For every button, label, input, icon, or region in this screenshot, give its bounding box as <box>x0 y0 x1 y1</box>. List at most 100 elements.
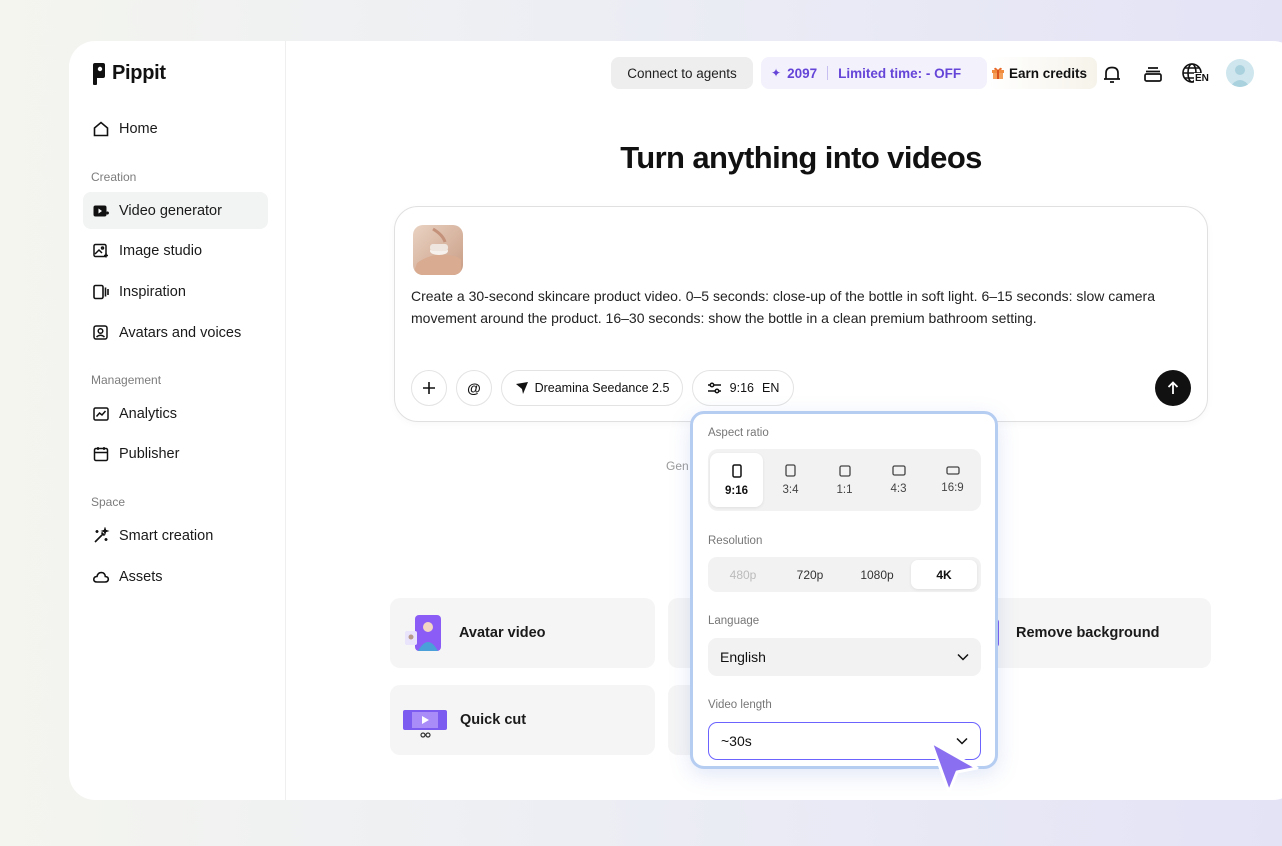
tile-remove-background[interactable]: Remove background <box>989 598 1211 668</box>
reference-image-thumbnail[interactable] <box>413 225 463 275</box>
language-badge: EN <box>1194 73 1210 84</box>
square-ratio-icon <box>838 464 851 477</box>
home-icon <box>93 120 109 136</box>
pippit-logo-icon <box>93 62 105 85</box>
arrow-up-icon <box>1167 381 1179 394</box>
sidebar-item-analytics[interactable]: Analytics <box>83 395 268 432</box>
logo[interactable]: Pippit <box>92 62 166 85</box>
page-title: Turn anything into videos <box>620 140 982 175</box>
sidebar-item-label: Avatars and voices <box>119 324 242 341</box>
earn-credits-label: Earn credits <box>1009 65 1088 81</box>
settings-ratio: 9:16 <box>729 381 754 395</box>
ratio-4-3-icon <box>891 465 906 476</box>
earn-credits-button[interactable]: Earn credits <box>989 57 1097 89</box>
portrait-ratio-icon <box>731 463 742 478</box>
resolution-option-4k[interactable]: 4K <box>911 560 977 589</box>
video-plus-icon <box>93 205 109 216</box>
settings-language: EN <box>761 381 780 395</box>
avatar-icon <box>93 324 108 340</box>
ratio-option-4-3[interactable]: 4:3 <box>872 453 925 507</box>
ratio-3-4-icon <box>785 464 796 477</box>
section-label-space: Space <box>91 495 126 509</box>
sidebar-item-image-studio[interactable]: Image studio <box>83 232 268 269</box>
ratio-option-3-4[interactable]: 3:4 <box>764 453 817 507</box>
video-length-value: ~30s <box>721 733 752 749</box>
model-label: Dreamina Seedance 2.5 <box>534 381 670 395</box>
ratio-label: 3:4 <box>782 484 799 496</box>
language-switcher[interactable]: EN <box>1181 62 1213 86</box>
generation-note: Gen <box>666 459 689 473</box>
language-select[interactable]: English <box>708 638 981 676</box>
credits-badge[interactable]: ✦ 2097 Limited time: - OFF <box>761 57 987 89</box>
landscape-ratio-icon <box>945 466 960 475</box>
user-avatar[interactable] <box>1226 59 1254 87</box>
tile-quick-cut[interactable]: Quick cut <box>390 685 655 755</box>
sidebar-item-smart-creation[interactable]: Smart creation <box>83 517 268 554</box>
product-hand-image <box>413 227 461 275</box>
send-button[interactable] <box>1155 370 1191 406</box>
sparkle-icon: ✦ <box>771 66 782 80</box>
sidebar-item-publisher[interactable]: Publisher <box>83 435 268 472</box>
sidebar-item-assets[interactable]: Assets <box>83 558 268 595</box>
resolution-option-720p[interactable]: 720p <box>777 560 843 589</box>
sidebar-item-label: Publisher <box>119 445 180 462</box>
app-name: Pippit <box>112 62 166 84</box>
language-label: Language <box>708 615 760 627</box>
resolution-label: Resolution <box>708 535 763 547</box>
plus-icon <box>423 382 435 394</box>
tile-label: Remove background <box>1016 625 1160 641</box>
image-plus-icon <box>93 243 108 257</box>
sliders-icon <box>707 382 721 394</box>
prompt-input[interactable]: Create a 30-second skincare product vide… <box>411 285 1191 329</box>
connect-to-agents-button[interactable]: Connect to agents <box>611 57 753 89</box>
sidebar-item-label: Video generator <box>119 202 222 219</box>
at-icon: @ <box>467 380 481 396</box>
ratio-option-9-16[interactable]: 9:16 <box>710 453 763 507</box>
add-button[interactable] <box>411 370 447 406</box>
ratio-option-16-9[interactable]: 16:9 <box>926 453 979 507</box>
calendar-icon <box>93 446 109 461</box>
sidebar-item-label: Analytics <box>119 405 178 422</box>
video-settings-popover: Aspect ratio 9:16 3:4 1:1 4:3 16:9 Resol… <box>690 411 998 769</box>
sidebar-item-avatars-and-voices[interactable]: Avatars and voices <box>83 314 268 351</box>
stack-icon[interactable] <box>1141 62 1165 86</box>
settings-chip[interactable]: 9:16 EN <box>692 370 794 406</box>
aspect-ratio-label: Aspect ratio <box>708 427 769 439</box>
cloud-icon <box>92 571 110 583</box>
chevron-down-icon <box>957 653 969 661</box>
app-window: Pippit Home Creation Video generator Ima… <box>69 41 1282 800</box>
sidebar-item-label: Image studio <box>119 242 203 259</box>
avatar-video-icon <box>405 615 441 651</box>
mention-button[interactable]: @ <box>456 370 492 406</box>
sidebar-item-inspiration[interactable]: Inspiration <box>83 273 268 310</box>
user-icon <box>1230 65 1250 87</box>
inspiration-icon <box>93 284 109 299</box>
aspect-ratio-group: 9:16 3:4 1:1 4:3 16:9 <box>708 449 981 511</box>
model-icon <box>515 382 528 394</box>
divider <box>827 66 829 80</box>
promo-text: Limited time: - OFF <box>838 65 962 81</box>
model-selector[interactable]: Dreamina Seedance 2.5 <box>501 370 683 406</box>
sidebar-item-label: Assets <box>119 568 163 585</box>
tile-avatar-video[interactable]: Avatar video <box>390 598 655 668</box>
ratio-label: 1:1 <box>836 483 853 496</box>
ratio-label: 16:9 <box>941 482 964 494</box>
resolution-option-1080p[interactable]: 1080p <box>844 560 910 589</box>
magic-wand-icon <box>94 526 110 543</box>
resolution-option-480p[interactable]: 480p <box>710 560 776 589</box>
ratio-label: 4:3 <box>890 483 907 495</box>
quick-cut-icon <box>403 710 447 738</box>
video-length-label: Video length <box>708 699 772 711</box>
sidebar-item-video-generator[interactable]: Video generator <box>83 192 268 229</box>
pointer-cursor-icon <box>929 740 979 794</box>
credits-value: 2097 <box>787 65 818 81</box>
tile-label: Quick cut <box>460 712 527 728</box>
gift-icon <box>992 67 1004 79</box>
bell-icon[interactable] <box>1100 62 1124 86</box>
ratio-option-1-1[interactable]: 1:1 <box>818 453 871 507</box>
sidebar-item-label: Home <box>119 120 158 137</box>
section-label-management: Management <box>91 373 162 387</box>
ratio-label: 9:16 <box>724 484 749 497</box>
tile-label: Avatar video <box>459 625 546 641</box>
sidebar-item-label: Smart creation <box>119 527 214 544</box>
